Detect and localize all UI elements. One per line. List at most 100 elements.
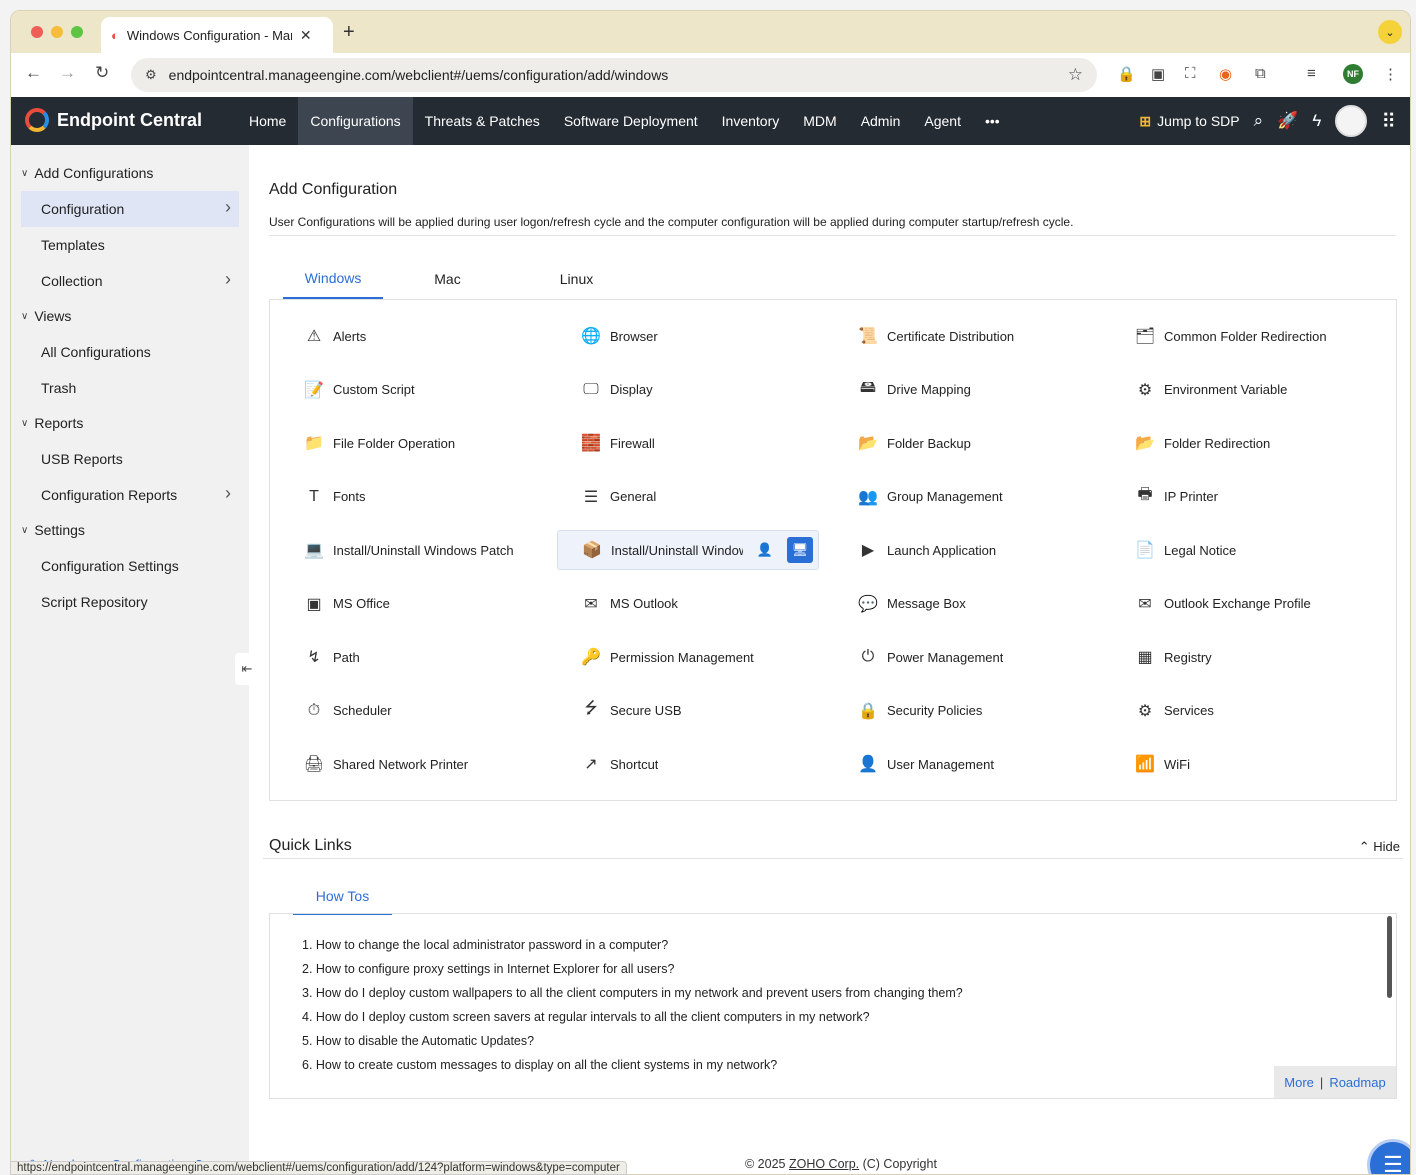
sidebar-item-configuration[interactable]: Configuration › — [21, 191, 239, 227]
config-group-management[interactable]: 👥 Group Management — [834, 477, 1096, 517]
config-folder-redirection[interactable]: 📂 Folder Redirection — [1111, 423, 1373, 463]
config-services[interactable]: ⚙ Services — [1111, 691, 1373, 731]
how-to-link[interactable]: 2. How to configure proxy settings in In… — [302, 962, 963, 986]
config-custom-script[interactable]: 📝 Custom Script — [280, 370, 542, 410]
how-to-link[interactable]: 4. How do I deploy custom screen savers … — [302, 1010, 963, 1034]
config-wifi[interactable]: 📶 WiFi — [1111, 744, 1373, 784]
sidebar-group-add-configurations[interactable]: ∨ Add Configurations — [21, 165, 153, 181]
config-message-box[interactable]: 💬 Message Box — [834, 584, 1096, 624]
extension-icon[interactable]: ▣ — [1151, 65, 1165, 83]
sidebar-item-script-repository[interactable]: Script Repository — [21, 584, 239, 620]
how-to-link[interactable]: 1. How to change the local administrator… — [302, 938, 963, 962]
collapse-sidebar-icon[interactable]: ⇤ — [235, 653, 259, 685]
config-file-folder-operation[interactable]: 📁 File Folder Operation — [280, 423, 542, 463]
browser-menu-icon[interactable]: ⋮ — [1383, 65, 1398, 83]
sidebar-group-reports[interactable]: ∨ Reports — [21, 415, 83, 431]
config-general[interactable]: ☰ General — [557, 477, 819, 517]
more-link[interactable]: More — [1284, 1075, 1314, 1090]
tab-search-icon[interactable]: ⌄ — [1378, 20, 1402, 44]
computer-configuration-button[interactable]: 🖥 — [787, 537, 813, 563]
nav-more-button[interactable]: ••• — [973, 97, 1012, 145]
nav-item-admin[interactable]: Admin — [849, 97, 913, 145]
nav-item-threats-patches[interactable]: Threats & Patches — [413, 97, 552, 145]
rocket-icon[interactable]: 🚀 — [1277, 111, 1298, 131]
maximize-window-button[interactable] — [71, 26, 83, 38]
config-launch-application[interactable]: ▶ Launch Application — [834, 530, 1096, 570]
reload-icon[interactable]: ↻ — [95, 63, 109, 83]
app-logo[interactable]: Endpoint Central — [25, 108, 202, 132]
tab-windows[interactable]: Windows — [283, 259, 383, 299]
sidebar-item-configuration-reports[interactable]: Configuration Reports › — [21, 477, 239, 513]
how-to-link[interactable]: 3. How do I deploy custom wallpapers to … — [302, 986, 963, 1010]
lightning-icon[interactable]: ϟ — [1312, 111, 1321, 131]
config-common-folder-redirection[interactable]: 🗂 Common Folder Redirection — [1111, 316, 1373, 356]
nav-item-mdm[interactable]: MDM — [791, 97, 848, 145]
sidebar-item-templates[interactable]: Templates — [21, 227, 239, 263]
nav-item-inventory[interactable]: Inventory — [710, 97, 792, 145]
config-browser[interactable]: 🌐 Browser — [557, 316, 819, 356]
config-ip-printer[interactable]: 🖶 IP Printer — [1111, 477, 1373, 517]
config-fonts[interactable]: T Fonts — [280, 477, 542, 517]
config-power-management[interactable]: ⏻ Power Management — [834, 637, 1096, 677]
how-to-link[interactable]: 5. How to disable the Automatic Updates? — [302, 1034, 963, 1058]
search-icon[interactable]: ⌕ — [1254, 111, 1264, 131]
bookmark-star-icon[interactable]: ☆ — [1068, 65, 1083, 85]
config-ms-office[interactable]: ▣ MS Office — [280, 584, 542, 624]
config-alerts[interactable]: ⚠ Alerts — [280, 316, 542, 356]
jump-to-sdp-button[interactable]: ⊞ Jump to SDP — [1139, 113, 1239, 130]
new-tab-icon[interactable]: + — [343, 21, 355, 44]
zoho-link[interactable]: ZOHO Corp. — [789, 1157, 859, 1171]
nav-item-agent[interactable]: Agent — [912, 97, 973, 145]
config-ms-outlook[interactable]: ✉ MS Outlook — [557, 584, 819, 624]
tab-mac[interactable]: Mac — [383, 259, 512, 299]
address-bar[interactable]: ⚙ endpointcentral.manageengine.com/webcl… — [131, 58, 1097, 92]
config-legal-notice[interactable]: 📄 Legal Notice — [1111, 530, 1373, 570]
help-menu-button[interactable]: ☰ — [1367, 1139, 1410, 1174]
close-window-button[interactable] — [31, 26, 43, 38]
config-display[interactable]: 🖵 Display — [557, 370, 819, 410]
config-shared-network-printer[interactable]: 🖨 Shared Network Printer — [280, 744, 542, 784]
how-to-link[interactable]: 6. How to create custom messages to disp… — [302, 1058, 963, 1082]
nav-item-home[interactable]: Home — [237, 97, 298, 145]
scrollbar-thumb[interactable] — [1387, 916, 1392, 998]
minimize-window-button[interactable] — [51, 26, 63, 38]
config-shortcut[interactable]: ↗ Shortcut — [557, 744, 819, 784]
sidebar-item-trash[interactable]: Trash — [21, 370, 239, 406]
config-outlook-exchange-profile[interactable]: ✉ Outlook Exchange Profile — [1111, 584, 1373, 624]
screenshot-icon[interactable]: ⛶ — [1185, 65, 1196, 82]
config-environment-variable[interactable]: ⚙ Environment Variable — [1111, 370, 1373, 410]
config-folder-backup[interactable]: 📂 Folder Backup — [834, 423, 1096, 463]
config-permission-management[interactable]: 🔑 Permission Management — [557, 637, 819, 677]
config-user-management[interactable]: 👤 User Management — [834, 744, 1096, 784]
user-configuration-button[interactable]: 👤 — [752, 537, 778, 563]
tab-how-tos[interactable]: How Tos — [293, 879, 392, 915]
user-avatar[interactable] — [1335, 105, 1368, 137]
sidebar-group-settings[interactable]: ∨ Settings — [21, 522, 85, 538]
config-install-uninstall-windows-patch[interactable]: 💻 Install/Uninstall Windows Patch — [280, 530, 542, 570]
config-scheduler[interactable]: ⏱ Scheduler — [280, 691, 542, 731]
puzzle-icon[interactable]: ⧉ — [1255, 65, 1266, 82]
extension-badge-icon[interactable]: 🔒 — [1117, 65, 1136, 83]
apps-grid-icon[interactable]: ⠿ — [1381, 109, 1396, 134]
profile-avatar[interactable]: NF — [1343, 64, 1363, 84]
browser-tab-active[interactable]: ◐ Windows Configuration - ManageEngine ✕ — [101, 17, 333, 53]
nav-item-configurations[interactable]: Configurations — [298, 97, 413, 145]
config-install-uninstall-windows-features[interactable]: 📦 Install/Uninstall Windows Features 👤 🖥 — [557, 530, 819, 570]
tab-close-icon[interactable]: ✕ — [300, 27, 312, 44]
extension-orange-icon[interactable]: ◉ — [1219, 65, 1232, 83]
config-certificate-distribution[interactable]: 📜 Certificate Distribution — [834, 316, 1096, 356]
config-drive-mapping[interactable]: 🖴 Drive Mapping — [834, 370, 1096, 410]
sidebar-group-views[interactable]: ∨ Views — [21, 308, 71, 324]
config-security-policies[interactable]: 🔒 Security Policies — [834, 691, 1096, 731]
tab-linux[interactable]: Linux — [512, 259, 641, 299]
forward-icon[interactable]: → — [59, 63, 76, 83]
config-registry[interactable]: ▦ Registry — [1111, 637, 1373, 677]
config-firewall[interactable]: 🧱 Firewall — [557, 423, 819, 463]
nav-item-software-deployment[interactable]: Software Deployment — [552, 97, 710, 145]
hide-quick-links-button[interactable]: ⌃ Hide — [1359, 839, 1400, 855]
config-path[interactable]: ↯ Path — [280, 637, 542, 677]
config-secure-usb[interactable]: ⭍ Secure USB — [557, 691, 819, 731]
sidebar-item-collection[interactable]: Collection › — [21, 263, 239, 299]
roadmap-link[interactable]: Roadmap — [1329, 1075, 1385, 1090]
site-settings-icon[interactable]: ⚙ — [145, 67, 157, 83]
